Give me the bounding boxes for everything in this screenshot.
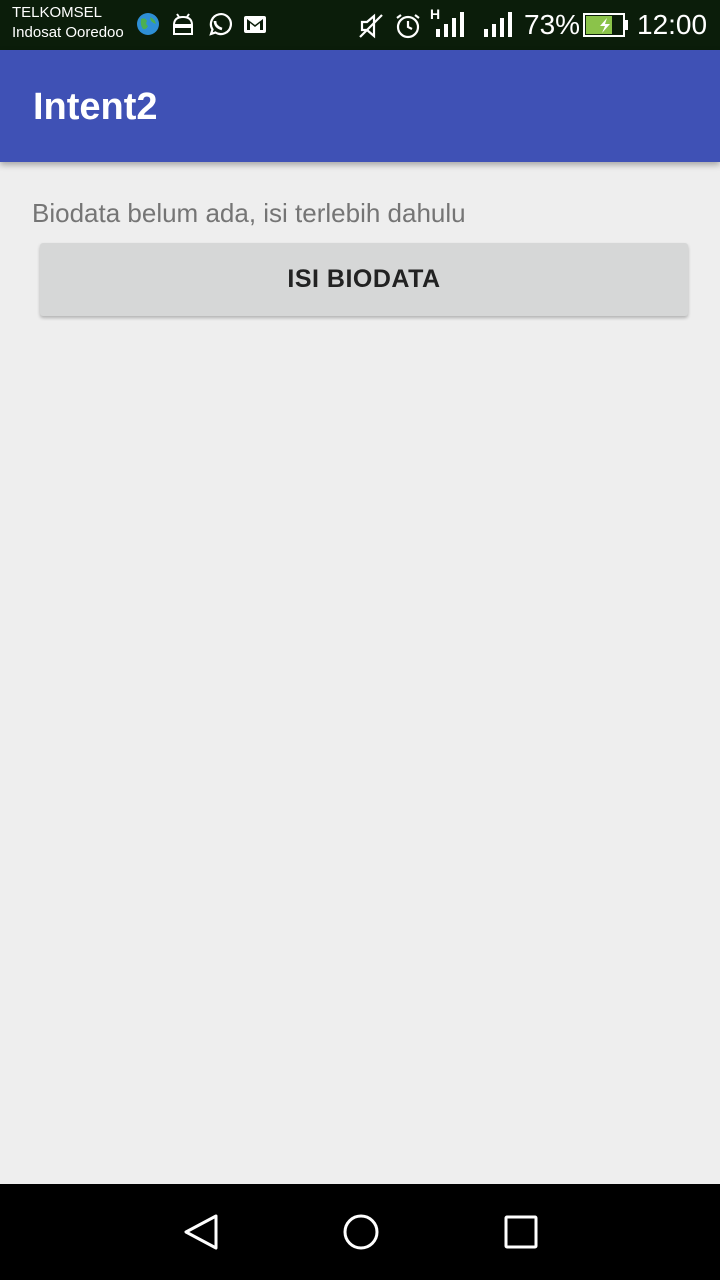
carrier-1-label: TELKOMSEL <box>12 4 103 21</box>
carrier-info: TELKOMSEL Indosat Ooredoo <box>12 3 124 43</box>
status-bar: TELKOMSEL Indosat Ooredoo H 73% 12:00 <box>0 0 720 50</box>
alarm-icon <box>394 12 422 45</box>
battery-charging-icon <box>583 13 629 42</box>
android-icon <box>170 12 196 43</box>
mute-icon <box>357 12 385 45</box>
app-bar: Intent2 <box>0 50 720 162</box>
whatsapp-icon <box>206 12 232 43</box>
battery-percent-label: 73% <box>524 9 581 40</box>
signal-icon <box>432 10 468 43</box>
clock-label: 12:00 <box>637 9 708 40</box>
back-icon[interactable] <box>181 1212 221 1252</box>
signal-icon <box>482 10 518 43</box>
recents-icon[interactable] <box>501 1212 541 1252</box>
globe-icon <box>136 12 160 41</box>
gmail-icon <box>243 12 267 41</box>
fill-biodata-button[interactable]: ISI BIODATA <box>40 243 688 316</box>
carrier-2-label: Indosat Ooredoo <box>12 24 124 41</box>
biodata-status-message: Biodata belum ada, isi terlebih dahulu <box>32 198 466 228</box>
app-title: Intent2 <box>33 86 158 128</box>
home-icon[interactable] <box>341 1212 381 1252</box>
